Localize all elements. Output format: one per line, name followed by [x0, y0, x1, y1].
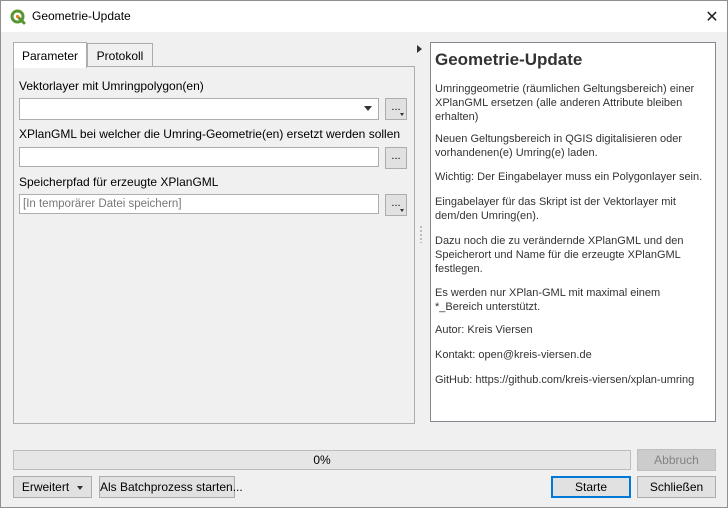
xplan-browse-button[interactable]: ... — [385, 147, 407, 169]
title-bar: Geometrie-Update ✕ — [1, 1, 727, 32]
cancel-button[interactable]: Abbruch — [637, 449, 716, 471]
advanced-label: Erweitert — [21, 480, 70, 494]
help-title: Geometrie-Update — [435, 50, 583, 69]
help-paragraph: Eingabelayer für das Skript ist der Vekt… — [435, 196, 676, 222]
dropdown-arrow-icon — [400, 113, 404, 116]
qgis-logo-icon — [10, 9, 26, 25]
help-paragraph: GitHub: https://github.com/kreis-viersen… — [435, 374, 695, 386]
layer-options-button[interactable]: ... — [385, 98, 407, 120]
splitter-handle[interactable] — [420, 225, 422, 243]
layer-label: Vektorlayer mit Umringpolygon(en) — [19, 79, 204, 93]
progress-text: 0% — [313, 453, 331, 467]
help-paragraph: Autor: Kreis Viersen — [435, 324, 533, 336]
output-path-input[interactable]: [In temporärer Datei speichern] — [19, 194, 379, 214]
close-icon[interactable]: ✕ — [697, 1, 727, 32]
help-paragraph: Dazu noch die zu verändernde XPlanGML un… — [435, 235, 684, 275]
layer-combobox[interactable] — [19, 98, 379, 120]
browse-label: ... — [391, 101, 401, 113]
tab-protokoll[interactable]: Protokoll — [87, 43, 153, 67]
collapse-arrow-icon[interactable] — [417, 45, 422, 53]
close-button[interactable]: Schließen — [637, 476, 716, 498]
output-options-button[interactable]: ... — [385, 194, 407, 216]
advanced-button[interactable]: Erweitert — [13, 476, 92, 498]
output-label: Speicherpfad für erzeugte XPlanGML — [19, 175, 219, 189]
output-placeholder: [In temporärer Datei speichern] — [23, 198, 182, 210]
run-button[interactable]: Starte — [551, 476, 631, 498]
dialog-window: Geometrie-Update ✕ Parameter Protokoll V… — [0, 0, 728, 508]
help-panel: Geometrie-Update Umringgeometrie (räumli… — [430, 42, 716, 422]
dropdown-arrow-icon — [400, 209, 404, 212]
tab-parameter[interactable]: Parameter — [13, 42, 87, 68]
xplan-file-input[interactable] — [19, 147, 379, 167]
window-title: Geometrie-Update — [32, 9, 131, 23]
progress-bar: 0% — [13, 450, 631, 470]
chevron-down-icon — [77, 485, 84, 490]
help-paragraph: Wichtig: Der Eingabelayer muss ein Polyg… — [435, 171, 703, 183]
help-paragraph: Neuen Geltungsbereich in QGIS digitalisi… — [435, 133, 683, 159]
help-paragraph: Umringgeometrie (räumlichen Geltungsbere… — [435, 83, 695, 123]
parameter-panel: Vektorlayer mit Umringpolygon(en) ... XP… — [13, 66, 415, 424]
browse-label: ... — [391, 197, 401, 209]
chevron-down-icon — [364, 106, 372, 111]
help-paragraph: Kontakt: open@kreis-viersen.de — [435, 349, 592, 361]
help-paragraph: Es werden nur XPlan-GML mit maximal eine… — [435, 287, 661, 313]
batch-button[interactable]: Als Batchprozess starten... — [99, 476, 243, 498]
xplan-label: XPlanGML bei welcher die Umring-Geometri… — [19, 127, 401, 141]
